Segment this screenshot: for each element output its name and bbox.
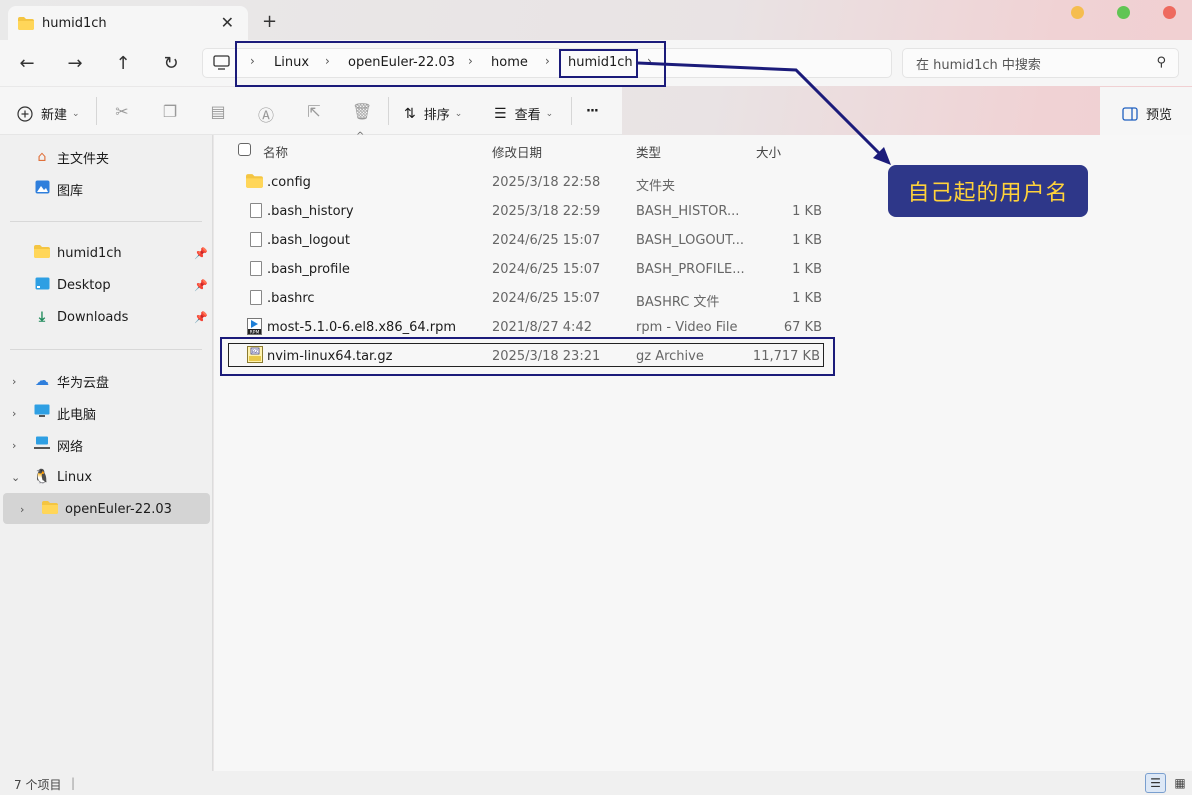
tiles-view-icon[interactable]: ▦ xyxy=(1170,773,1190,793)
status-bar xyxy=(0,771,1192,795)
details-view-icon[interactable]: ☰ xyxy=(1145,773,1166,793)
annotation-arrow xyxy=(637,61,891,165)
status-divider: | xyxy=(71,776,76,790)
item-count: 7 个项目 xyxy=(14,778,62,792)
annotation-callout: 自己起的用户名 xyxy=(888,165,1088,217)
